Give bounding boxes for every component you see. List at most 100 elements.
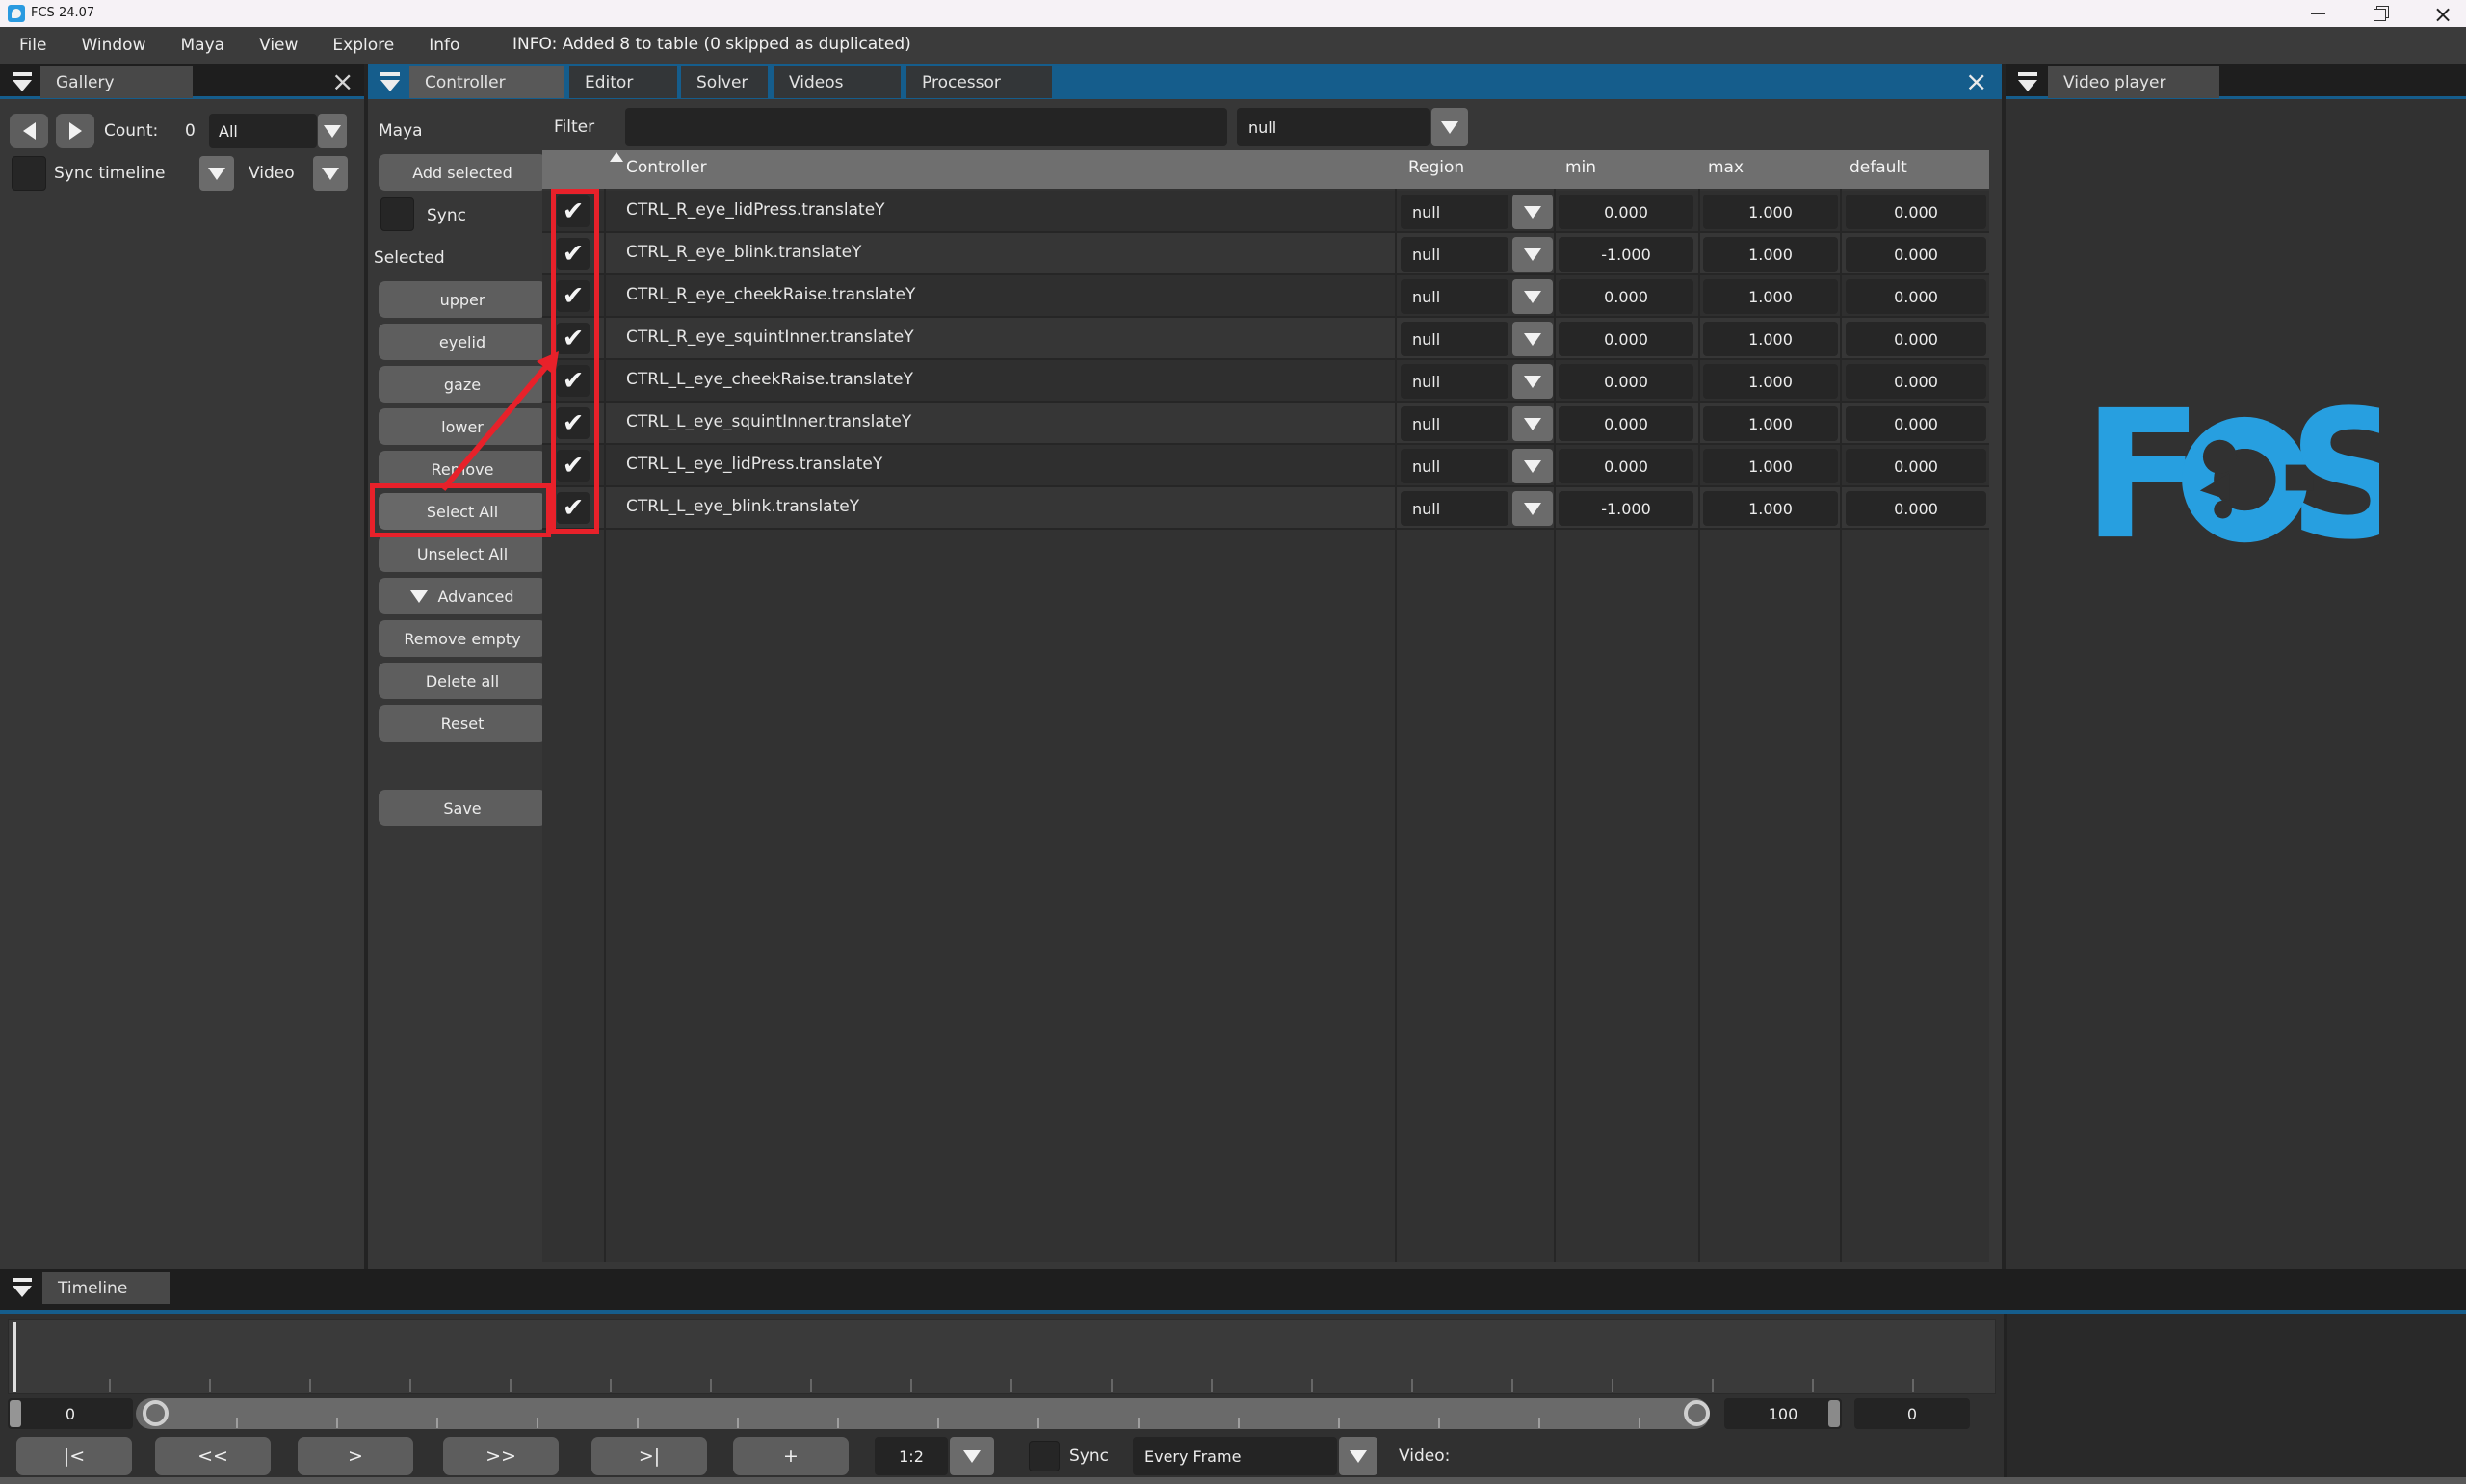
region-filter-dropdown-button[interactable]: [1431, 108, 1468, 146]
menu-item-info[interactable]: Info: [429, 36, 459, 55]
reset-button[interactable]: Reset: [379, 705, 546, 742]
step-forward-button[interactable]: >: [298, 1437, 413, 1475]
menu-item-file[interactable]: File: [19, 36, 46, 55]
bottom-resize-grip[interactable]: [0, 1477, 2466, 1484]
timeline-panel-menu-icon[interactable]: [6, 1273, 39, 1302]
playback-mode-select[interactable]: Every Frame: [1133, 1437, 1337, 1475]
max-field[interactable]: 1.000: [1703, 237, 1838, 272]
table-row[interactable]: ✔CTRL_R_eye_lidPress.translateYnull0.000…: [542, 191, 1989, 233]
tab-solver[interactable]: Solver: [681, 66, 768, 98]
remove-empty-button[interactable]: Remove empty: [379, 620, 546, 657]
min-field[interactable]: -1.000: [1559, 237, 1693, 272]
region-select[interactable]: null: [1401, 195, 1508, 229]
min-field[interactable]: 0.000: [1559, 406, 1693, 441]
controller-close-icon[interactable]: ×: [1965, 71, 1987, 92]
table-row[interactable]: ✔CTRL_R_eye_blink.translateYnull-1.0001.…: [542, 233, 1989, 275]
step-ratio-dropdown-button[interactable]: [950, 1437, 994, 1475]
region-dropdown-button[interactable]: [1512, 491, 1553, 526]
max-field[interactable]: 1.000: [1703, 364, 1838, 399]
column-header-min[interactable]: min: [1565, 158, 1596, 177]
range-start-handle[interactable]: [10, 1400, 21, 1427]
min-field[interactable]: 0.000: [1559, 195, 1693, 229]
default-field[interactable]: 0.000: [1846, 195, 1986, 229]
region-select[interactable]: null: [1401, 237, 1508, 272]
sync-checkbox[interactable]: [380, 197, 414, 231]
step-back-button[interactable]: <<: [155, 1437, 271, 1475]
tab-gallery[interactable]: Gallery: [40, 66, 193, 98]
tab-processor[interactable]: Processor: [906, 66, 1052, 98]
close-button[interactable]: [2420, 0, 2462, 27]
add-button[interactable]: +: [733, 1437, 849, 1475]
playback-mode-dropdown-button[interactable]: [1339, 1437, 1377, 1475]
timeline-track[interactable]: [8, 1319, 1996, 1394]
restore-button[interactable]: [2358, 0, 2400, 27]
max-field[interactable]: 1.000: [1703, 195, 1838, 229]
default-field[interactable]: 0.000: [1846, 449, 1986, 483]
gallery-close-icon[interactable]: ×: [331, 71, 354, 92]
go-to-end-button[interactable]: >|: [591, 1437, 707, 1475]
go-to-start-button[interactable]: |<: [16, 1437, 132, 1475]
region-dropdown-button[interactable]: [1512, 406, 1553, 441]
table-row[interactable]: ✔CTRL_L_eye_squintInner.translateYnull0.…: [542, 403, 1989, 445]
advanced-button[interactable]: Advanced: [379, 578, 546, 614]
region-dropdown-button[interactable]: [1512, 237, 1553, 272]
slider-handle-left[interactable]: [143, 1400, 169, 1426]
slider-handle-right[interactable]: [1684, 1400, 1710, 1426]
video-panel-menu-icon[interactable]: [2011, 67, 2044, 96]
region-select[interactable]: null: [1401, 406, 1508, 441]
column-header-controller[interactable]: Controller: [626, 158, 707, 177]
default-field[interactable]: 0.000: [1846, 364, 1986, 399]
menu-item-view[interactable]: View: [259, 36, 298, 55]
gallery-next-button[interactable]: [56, 114, 94, 148]
timeline-slider[interactable]: [136, 1398, 1710, 1429]
region-dropdown-button[interactable]: [1512, 279, 1553, 314]
sync-timeline-dropdown-button[interactable]: [199, 156, 234, 191]
region-filter-select[interactable]: null: [1237, 108, 1430, 146]
delete-all-button[interactable]: Delete all: [379, 663, 546, 699]
minimize-button[interactable]: [2296, 0, 2339, 27]
region-dropdown-button[interactable]: [1512, 364, 1553, 399]
region-dropdown-button[interactable]: [1512, 322, 1553, 356]
step-ratio-select[interactable]: 1:2: [875, 1437, 948, 1475]
min-field[interactable]: 0.000: [1559, 449, 1693, 483]
default-field[interactable]: 0.000: [1846, 322, 1986, 356]
gallery-range-select[interactable]: All: [209, 114, 317, 148]
gallery-prev-button[interactable]: [10, 114, 48, 148]
table-row[interactable]: ✔CTRL_R_eye_squintInner.translateYnull0.…: [542, 318, 1989, 360]
upper-button[interactable]: upper: [379, 281, 546, 318]
menu-item-window[interactable]: Window: [81, 36, 145, 55]
add-selected-button[interactable]: Add selected: [379, 154, 546, 191]
current-frame-field[interactable]: 0: [1854, 1398, 1970, 1429]
table-header[interactable]: [542, 150, 1989, 189]
max-field[interactable]: 1.000: [1703, 406, 1838, 441]
tab-editor[interactable]: Editor: [569, 66, 677, 98]
unselect-all-button[interactable]: Unselect All: [379, 535, 546, 572]
max-field[interactable]: 1.000: [1703, 322, 1838, 356]
region-select[interactable]: null: [1401, 449, 1508, 483]
tab-controller[interactable]: Controller: [409, 66, 564, 98]
region-select[interactable]: null: [1401, 279, 1508, 314]
max-field[interactable]: 1.000: [1703, 279, 1838, 314]
gallery-video-dropdown-button[interactable]: [313, 156, 348, 191]
tab-timeline[interactable]: Timeline: [42, 1272, 170, 1304]
min-field[interactable]: 0.000: [1559, 279, 1693, 314]
min-field[interactable]: -1.000: [1559, 491, 1693, 526]
default-field[interactable]: 0.000: [1846, 279, 1986, 314]
tab-video-player[interactable]: Video player: [2048, 66, 2219, 98]
table-row[interactable]: ✔CTRL_L_eye_cheekRaise.translateYnull0.0…: [542, 360, 1989, 403]
table-row[interactable]: ✔CTRL_R_eye_cheekRaise.translateYnull0.0…: [542, 275, 1989, 318]
sync-timeline-checkbox[interactable]: [12, 156, 46, 191]
region-select[interactable]: null: [1401, 322, 1508, 356]
region-select[interactable]: null: [1401, 491, 1508, 526]
region-dropdown-button[interactable]: [1512, 195, 1553, 229]
default-field[interactable]: 0.000: [1846, 406, 1986, 441]
range-end-field[interactable]: 100: [1724, 1398, 1842, 1429]
table-row[interactable]: ✔CTRL_L_eye_blink.translateYnull-1.0001.…: [542, 487, 1989, 530]
save-button[interactable]: Save: [379, 790, 546, 826]
min-field[interactable]: 0.000: [1559, 322, 1693, 356]
menu-item-maya[interactable]: Maya: [180, 36, 224, 55]
fast-forward-button[interactable]: >>: [443, 1437, 559, 1475]
max-field[interactable]: 1.000: [1703, 449, 1838, 483]
menu-item-explore[interactable]: Explore: [332, 36, 394, 55]
column-header-region[interactable]: Region: [1408, 158, 1464, 177]
